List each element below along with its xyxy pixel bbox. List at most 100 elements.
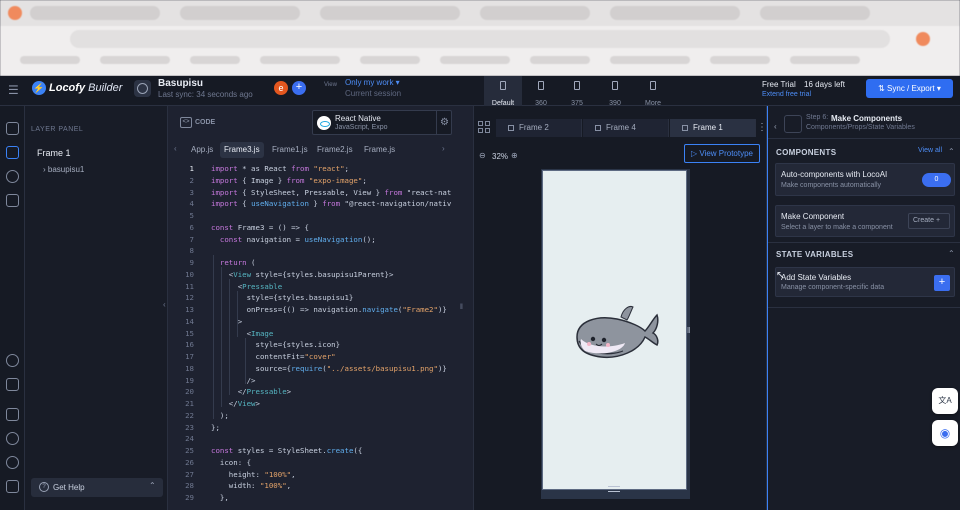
phone-frame[interactable] xyxy=(542,170,687,490)
line-number: 26 xyxy=(185,457,194,467)
device-375[interactable]: 375 xyxy=(558,76,596,107)
app-logo: Locofy Builder xyxy=(49,82,123,94)
make-component-card: Make Component Select a layer to make a … xyxy=(775,205,955,237)
device-360[interactable]: 360 xyxy=(522,76,560,107)
frame-icon xyxy=(508,125,514,131)
frame-tab[interactable]: Frame 2 xyxy=(496,119,582,137)
location-icon[interactable] xyxy=(6,432,19,445)
panel-resize-handle[interactable]: ‖ xyxy=(460,304,465,314)
code-text: contentFit="cover" xyxy=(211,352,336,361)
code-text: style={styles.icon} xyxy=(211,340,341,350)
device-default[interactable]: Default xyxy=(484,76,522,107)
file-tab[interactable]: Frame2.js xyxy=(313,142,357,158)
device-390[interactable]: 390 xyxy=(596,76,634,107)
whale-image[interactable] xyxy=(571,297,661,367)
code-text: ); xyxy=(211,410,229,420)
code-line: 24 xyxy=(168,434,474,446)
right-panel: ‹ Step 6: Make Components Components/Pro… xyxy=(767,106,960,510)
line-number: 16 xyxy=(185,340,194,350)
frame-tab-active[interactable]: Frame 1 xyxy=(670,119,756,137)
mouse-cursor-icon: ↖ xyxy=(776,270,785,281)
code-editor[interactable]: 1 import * as React from "react"; 2 import … xyxy=(168,162,474,510)
user-avatar[interactable]: e xyxy=(274,81,288,95)
assistant-icon[interactable]: ◉ xyxy=(932,420,958,446)
help-icon[interactable] xyxy=(6,456,19,469)
left-icon-rail xyxy=(0,106,25,510)
get-help-button[interactable]: ? Get Help ⌃ xyxy=(31,478,163,497)
line-number: 13 xyxy=(185,305,194,314)
extend-trial-link[interactable]: Extend free trial xyxy=(762,91,811,98)
code-line: 2 import { Image } from "expo-image"; xyxy=(168,176,474,188)
project-avatar[interactable] xyxy=(134,80,151,97)
file-tab[interactable]: App.js xyxy=(187,142,217,158)
chevron-left-icon[interactable]: ‹ xyxy=(774,122,777,131)
chevron-right-icon[interactable]: › xyxy=(442,144,445,153)
chevron-right-icon: › xyxy=(43,165,46,174)
line-number: 5 xyxy=(189,211,194,220)
add-state-variable-button[interactable]: + xyxy=(934,275,950,291)
step-title: Make Components xyxy=(831,114,903,123)
chevron-up-icon[interactable]: ⌃ xyxy=(948,249,955,258)
browser-address-bar xyxy=(70,30,890,48)
gear-icon[interactable]: ⚙ xyxy=(436,111,452,134)
top-bar: ☰ ⚡ Locofy Builder Basupisu Last sync: 3… xyxy=(0,76,960,107)
code-line: 1 import * as React from "react"; xyxy=(168,164,474,176)
line-number: 4 xyxy=(189,199,194,209)
explore-icon[interactable] xyxy=(6,170,19,183)
translate-icon[interactable]: 文A xyxy=(932,388,958,414)
line-number: 21 xyxy=(185,399,194,408)
components-icon[interactable] xyxy=(6,194,19,207)
chevron-up-icon[interactable]: ⌃ xyxy=(948,147,955,156)
home-icon[interactable] xyxy=(6,378,19,391)
line-number: 11 xyxy=(185,281,194,291)
code-text: width: "100%", xyxy=(211,481,292,491)
code-line: 28 width: "100%", xyxy=(168,481,474,493)
zoom-level: 32% xyxy=(492,152,509,161)
chat-icon[interactable] xyxy=(6,480,19,493)
view-prototype-button[interactable]: ▷ View Prototype xyxy=(684,144,760,163)
line-number: 19 xyxy=(185,375,194,385)
line-number: 14 xyxy=(185,316,194,326)
file-tab-active[interactable]: Frame3.js xyxy=(220,142,264,158)
pages-icon[interactable] xyxy=(6,122,19,135)
line-number: 29 xyxy=(185,493,194,502)
chevron-left-icon[interactable]: ‹ xyxy=(174,144,177,153)
menu-icon[interactable]: ☰ xyxy=(8,84,20,96)
resize-handle-right[interactable]: ‖ xyxy=(687,326,691,336)
layers-icon[interactable] xyxy=(6,146,19,159)
view-all-link[interactable]: View all xyxy=(918,147,942,154)
code-line: 29 }, xyxy=(168,493,474,505)
device-more[interactable]: More xyxy=(634,76,672,107)
grid-icon[interactable] xyxy=(478,121,492,135)
view-label: View xyxy=(324,82,337,88)
settings-icon[interactable] xyxy=(6,354,19,367)
layer-frame[interactable]: Frame 1 xyxy=(37,148,71,158)
file-tab[interactable]: Frame.js xyxy=(360,142,399,158)
auto-components-card[interactable]: Auto-components with LocoAI Make compone… xyxy=(775,163,955,196)
framework-selector[interactable]: React Native JavaScript, Expo xyxy=(312,110,452,135)
invite-user-button[interactable]: + xyxy=(292,81,306,95)
more-options-icon[interactable]: ⋮ xyxy=(757,122,767,133)
layer-child[interactable]: › basupisu1 xyxy=(43,165,84,174)
resize-handle-bottom[interactable] xyxy=(608,486,620,492)
view-filter-dropdown[interactable]: Only my work ▾ xyxy=(345,78,400,87)
code-text: <View style={styles.basupisu1Parent}> xyxy=(211,269,394,279)
code-panel-title: CODE xyxy=(195,119,216,126)
project-name[interactable]: Basupisu xyxy=(158,78,203,89)
code-line: 11 <Pressable xyxy=(168,282,474,294)
add-state-variables-card: Add State Variables Manage component-spe… xyxy=(775,267,955,297)
file-tab[interactable]: Frame1.js xyxy=(268,142,312,158)
frame-tab[interactable]: Frame 4 xyxy=(583,119,669,137)
line-number: 12 xyxy=(185,293,194,303)
play-icon[interactable] xyxy=(6,408,19,421)
zoom-out-icon[interactable]: ⊖ xyxy=(479,151,486,160)
code-text: const navigation = useNavigation(); xyxy=(219,234,376,244)
phone-icon xyxy=(538,81,544,90)
frame-tabs: Frame 2 Frame 4 Frame 1 xyxy=(496,119,766,137)
collapse-panel-icon[interactable]: ‹ xyxy=(163,300,166,309)
sync-export-button[interactable]: ⇅ Sync / Export ▾ xyxy=(866,79,953,98)
zoom-in-icon[interactable]: ⊕ xyxy=(511,151,518,160)
phone-icon xyxy=(574,81,580,90)
create-component-button[interactable]: Create + xyxy=(908,213,950,229)
auto-components-toggle[interactable]: 0 xyxy=(922,173,951,187)
